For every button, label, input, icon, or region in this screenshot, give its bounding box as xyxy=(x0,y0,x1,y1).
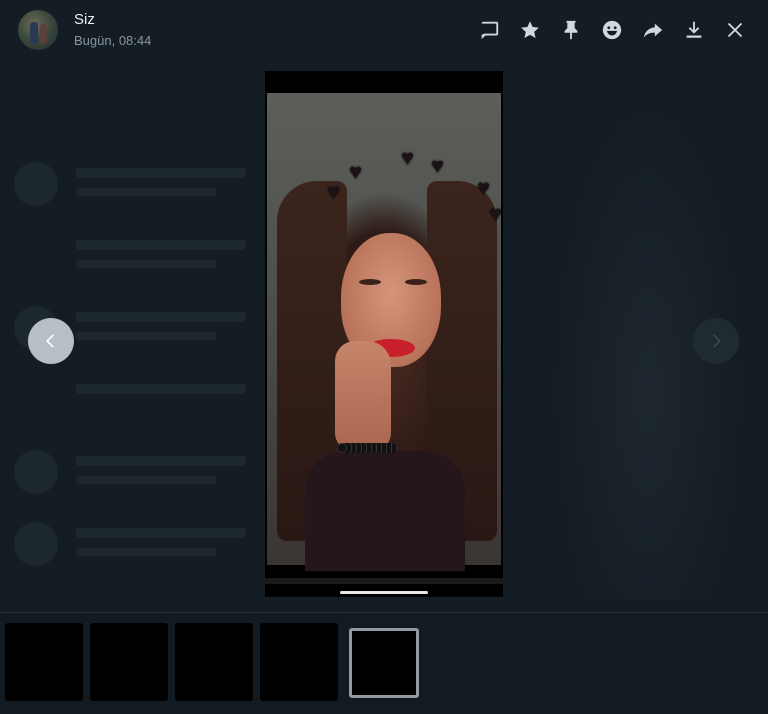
viewer-header: Siz Bugün, 08:44 xyxy=(0,0,768,60)
thumbnail-strip xyxy=(0,612,768,714)
download-button[interactable] xyxy=(678,14,709,46)
previous-media-button[interactable] xyxy=(28,318,74,364)
heart-decoration-icon: ♥ xyxy=(401,145,415,170)
ghost-row xyxy=(14,232,254,278)
heart-decoration-icon: ♥ xyxy=(431,153,445,178)
ghost-row xyxy=(14,376,254,422)
forward-icon xyxy=(643,23,662,38)
photo-detail xyxy=(359,279,381,285)
close-icon xyxy=(727,22,742,38)
thumbnail[interactable] xyxy=(260,623,338,701)
heart-decoration-icon: ♥ xyxy=(477,175,491,200)
heart-decoration-icon: ♥ xyxy=(327,179,341,204)
reply-icon xyxy=(481,21,498,40)
viewer-toolbar xyxy=(473,14,750,46)
ghost-row xyxy=(14,448,254,494)
thumbnail-active[interactable] xyxy=(349,628,419,698)
sender-name: Siz xyxy=(74,11,95,28)
pin-icon xyxy=(564,20,577,40)
chevron-left-icon xyxy=(46,334,54,348)
pin-button[interactable] xyxy=(555,14,586,46)
ghost-row xyxy=(14,160,254,206)
star-icon xyxy=(520,21,539,38)
message-timestamp: Bugün, 08:44 xyxy=(74,33,152,48)
emoji-react-icon xyxy=(602,20,621,40)
photo-detail xyxy=(305,451,465,571)
photo-detail xyxy=(405,279,427,285)
download-icon xyxy=(686,21,701,38)
heart-decoration-icon: ♥ xyxy=(489,201,503,226)
thumbnail[interactable] xyxy=(90,623,168,701)
forward-button[interactable] xyxy=(637,14,668,46)
photo-detail xyxy=(265,578,503,584)
avatar[interactable] xyxy=(18,10,58,50)
home-indicator xyxy=(340,591,428,594)
photo-detail xyxy=(337,443,397,453)
react-button[interactable] xyxy=(596,14,627,46)
photo-detail xyxy=(335,341,391,451)
ghost-row xyxy=(14,520,254,566)
heart-decoration-icon: ♥ xyxy=(349,159,363,184)
reply-button[interactable] xyxy=(473,14,504,46)
thumbnail[interactable] xyxy=(175,623,253,701)
media-image[interactable]: ♥ ♥ ♥ ♥ ♥ ♥ xyxy=(265,71,503,597)
next-media-button[interactable] xyxy=(693,318,739,364)
thumbnail[interactable] xyxy=(5,623,83,701)
close-button[interactable] xyxy=(719,14,750,46)
media-viewer: Siz Bugün, 08:44 ♥ ♥ ♥ ♥ ♥ ♥ xyxy=(0,0,768,714)
chevron-right-icon xyxy=(713,334,721,348)
star-button[interactable] xyxy=(514,14,545,46)
